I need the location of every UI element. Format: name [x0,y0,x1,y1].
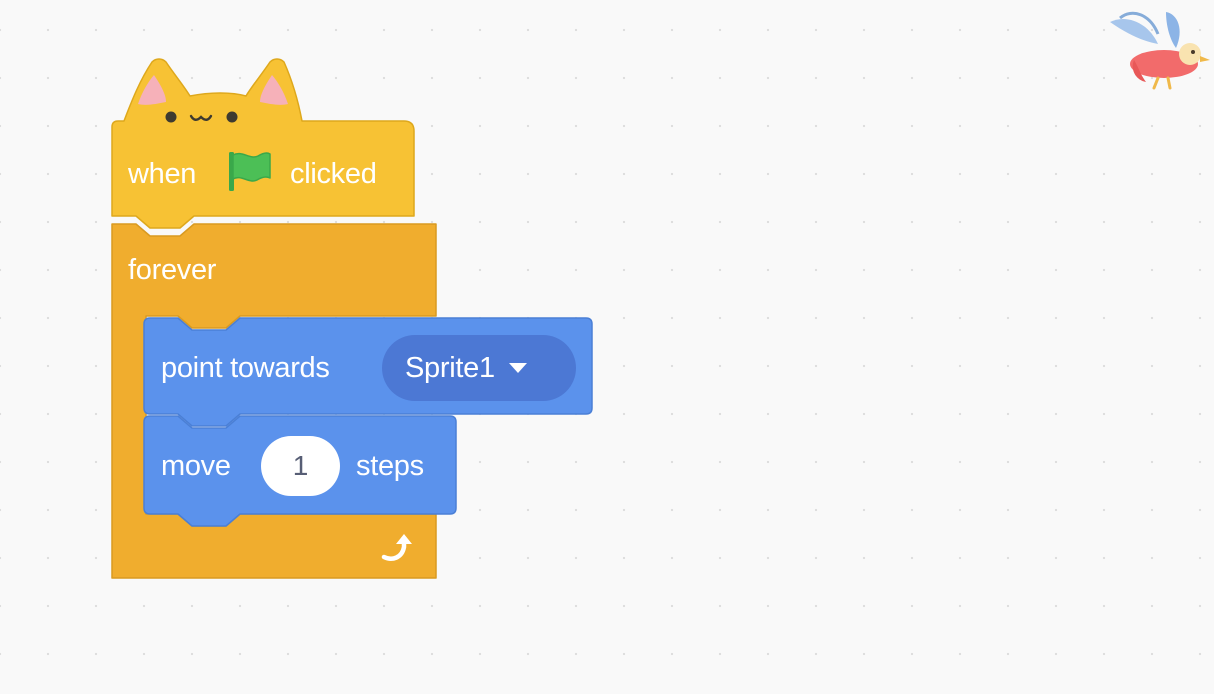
point-towards-label: point towards [161,352,330,384]
chevron-down-icon [508,363,527,373]
target-sprite-value: Sprite1 [405,351,495,384]
forever-label: forever [128,254,217,286]
bird-logo-icon [1110,11,1210,90]
steps-label: steps [356,450,424,482]
hat-clicked-label: clicked [290,158,377,190]
target-sprite-dropdown[interactable]: Sprite1 [382,335,576,401]
loop-arrow-icon [381,534,412,561]
steps-number-input[interactable] [261,436,340,496]
blocks-canvas [111,58,593,579]
hat-when-label: when [128,158,197,190]
move-label: move [161,450,231,482]
